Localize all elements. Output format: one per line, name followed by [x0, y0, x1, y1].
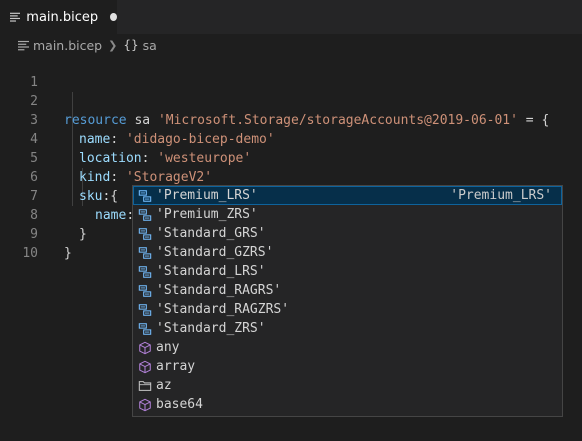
chevron-right-icon: ❯: [108, 38, 118, 52]
suggestion-label: 'Standard_GRS': [156, 226, 266, 241]
suggestion-label: 'Standard_LRS': [156, 264, 266, 279]
suggestion-item[interactable]: 'Standard_GRS': [133, 224, 562, 243]
suggestion-item[interactable]: base64: [133, 395, 562, 414]
breadcrumb: main.bicep ❯ {} sa: [0, 34, 582, 56]
suggestion-item[interactable]: 'Premium_LRS' 'Premium_LRS': [133, 186, 562, 205]
enum-member-icon: [137, 207, 153, 223]
suggestion-label: 'Standard_GZRS': [156, 245, 274, 260]
code-line: 6 sku:{: [0, 149, 582, 204]
code-line: 5 kind: 'StorageV2': [0, 130, 582, 185]
enum-member-icon: [137, 226, 153, 242]
line-number: 10: [22, 246, 38, 261]
enum-member-icon: [137, 321, 153, 337]
enum-member-icon: [137, 245, 153, 261]
suggestion-item[interactable]: 'Premium_ZRS': [133, 205, 562, 224]
suggestion-label: 'Standard_RAGZRS': [156, 302, 290, 317]
suggestion-item[interactable]: 'Standard_RAGZRS': [133, 300, 562, 319]
code-line: 4 location: 'westeurope': [0, 111, 582, 166]
suggestion-label: 'Premium_ZRS': [156, 207, 258, 222]
closing-brace: }: [64, 246, 72, 261]
enum-member-icon: [137, 264, 153, 280]
suggestion-label: 'Premium_LRS': [156, 188, 258, 203]
suggestion-widget: 'Premium_LRS' 'Premium_LRS' 'Premium_ZRS' '…: [132, 185, 563, 417]
folder-icon: [137, 378, 153, 394]
suggestion-label: any: [156, 340, 180, 355]
suggestion-item[interactable]: 'Standard_ZRS': [133, 319, 562, 338]
suggestion-item[interactable]: 'Standard_GZRS': [133, 243, 562, 262]
tab-main-bicep[interactable]: main.bicep: [0, 0, 117, 34]
cube-icon: [137, 359, 153, 375]
suggestion-item[interactable]: 'Standard_LRS': [133, 262, 562, 281]
code-line: 1: [0, 54, 582, 90]
suggestion-item[interactable]: any: [133, 338, 562, 357]
code-line: 3 name: 'didago-bicep-demo': [0, 92, 582, 147]
lines-icon: [10, 12, 21, 22]
suggestion-label: array: [156, 359, 196, 374]
breadcrumb-file[interactable]: main.bicep: [33, 38, 102, 53]
suggestion-item[interactable]: az: [133, 376, 562, 395]
suggestion-label: 'Standard_RAGRS': [156, 283, 282, 298]
suggestion-label: base64: [156, 397, 203, 412]
breadcrumb-symbol[interactable]: sa: [143, 38, 157, 53]
braces-icon: {}: [123, 38, 139, 52]
unsaved-dot-icon[interactable]: [110, 13, 117, 21]
suggestion-detail: 'Premium_LRS': [450, 188, 552, 203]
suggestion-item[interactable]: array: [133, 357, 562, 376]
tab-bar: main.bicep: [0, 0, 582, 34]
suggestion-label: 'Standard_ZRS': [156, 321, 266, 336]
lines-icon: [18, 40, 29, 50]
enum-member-icon: [137, 283, 153, 299]
suggestion-label: az: [156, 378, 172, 393]
enum-member-icon: [137, 302, 153, 318]
cube-icon: [137, 340, 153, 356]
cube-icon: [137, 397, 153, 413]
code-line: 2 resource sa 'Microsoft.Storage/storage…: [0, 73, 582, 128]
suggestion-item[interactable]: 'Standard_RAGRS': [133, 281, 562, 300]
enum-member-icon: [137, 188, 153, 204]
tab-label: main.bicep: [26, 9, 99, 25]
